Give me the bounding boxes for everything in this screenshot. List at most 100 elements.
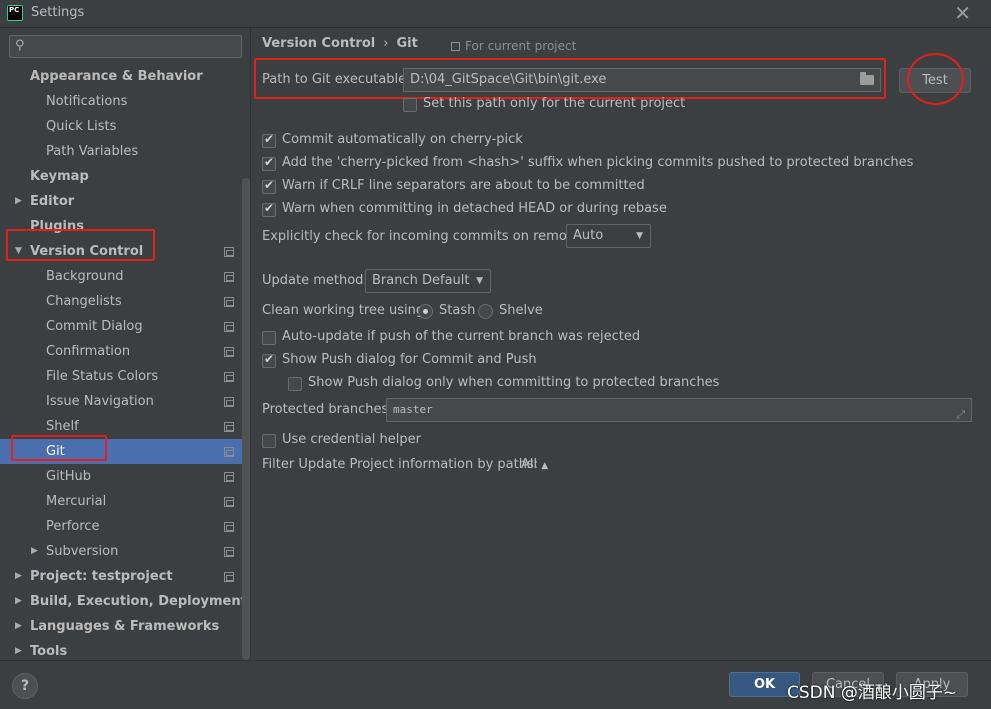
sidebar-item-label: Perforce xyxy=(46,519,100,534)
sidebar-item-quick-lists[interactable]: Quick Lists xyxy=(0,114,250,139)
protected-branches-value: master xyxy=(393,403,433,416)
clean-tree-label: Clean working tree using: xyxy=(262,303,429,318)
project-scope-icon xyxy=(224,347,234,357)
incoming-check-label: Explicitly check for incoming commits on… xyxy=(262,229,592,244)
project-scope-icon xyxy=(224,572,234,582)
sidebar-item-label: Project: testproject xyxy=(30,569,173,584)
current-project-only-checkbox[interactable] xyxy=(403,98,417,112)
sidebar-item-confirmation[interactable]: Confirmation xyxy=(0,339,250,364)
breadcrumb-parent[interactable]: Version Control xyxy=(262,36,375,51)
sidebar-item-background[interactable]: Background xyxy=(0,264,250,289)
sidebar-item-appearance-behavior[interactable]: Appearance & Behavior xyxy=(0,64,250,89)
help-button[interactable]: ? xyxy=(12,673,38,699)
warn-crlf-label: Warn if CRLF line separators are about t… xyxy=(282,178,645,193)
expand-icon[interactable]: ⤢ xyxy=(956,404,965,421)
project-scope-icon xyxy=(224,322,234,332)
warn-detached-checkbox[interactable] xyxy=(262,201,276,217)
sidebar-item-perforce[interactable]: Perforce xyxy=(0,514,250,539)
sidebar-item-label: Keymap xyxy=(30,169,89,184)
sidebar-item-mercurial[interactable]: Mercurial xyxy=(0,489,250,514)
sidebar-item-notifications[interactable]: Notifications xyxy=(0,89,250,114)
sidebar-item-editor[interactable]: ▶ Editor xyxy=(0,189,250,214)
up-down-arrows-icon: ▲ xyxy=(541,461,549,471)
chevron-down-icon: ▼ xyxy=(476,276,483,286)
app-icon-text: PC xyxy=(8,6,22,20)
show-push-dialog-checkbox[interactable] xyxy=(262,352,276,368)
sidebar-item-github[interactable]: GitHub xyxy=(0,464,250,489)
chevron-right-icon[interactable]: ▶ xyxy=(31,539,38,564)
annotation-box-git-path xyxy=(254,58,886,99)
stash-label: Stash xyxy=(439,303,476,318)
update-method-label: Update method: xyxy=(262,273,368,288)
update-method-value: Branch Default xyxy=(372,273,470,288)
chevron-right-icon[interactable]: ▶ xyxy=(15,589,22,614)
warn-crlf-checkbox[interactable] xyxy=(262,178,276,194)
warn-detached-label: Warn when committing in detached HEAD or… xyxy=(282,201,667,216)
chevron-right-icon[interactable]: ▶ xyxy=(15,614,22,639)
breadcrumb-separator: › xyxy=(383,36,389,51)
update-method-dropdown[interactable]: Branch Default ▼ xyxy=(365,269,491,293)
credential-helper-checkbox[interactable] xyxy=(262,434,276,448)
sidebar-item-label: GitHub xyxy=(46,469,92,484)
filter-paths-selector[interactable]: All ▲ xyxy=(521,457,548,472)
filter-paths-value: All xyxy=(521,457,538,472)
scope-note-text: For current project xyxy=(465,39,577,53)
show-push-protected-label: Show Push dialog only when committing to… xyxy=(308,375,720,390)
sidebar-item-label: Mercurial xyxy=(46,494,107,509)
sidebar-item-file-status-colors[interactable]: File Status Colors xyxy=(0,364,250,389)
show-push-protected-checkbox[interactable] xyxy=(288,377,302,391)
search-input[interactable] xyxy=(34,37,234,56)
settings-sidebar: ⚲ Appearance & Behavior Notifications Quic… xyxy=(0,28,251,660)
sidebar-item-label: Background xyxy=(46,269,124,284)
project-scope-icon xyxy=(224,272,234,282)
sidebar-item-label: Subversion xyxy=(46,544,119,559)
sidebar-item-label: Confirmation xyxy=(46,344,131,359)
sidebar-item-label: Quick Lists xyxy=(46,119,117,134)
cherry-pick-suffix-checkbox[interactable] xyxy=(262,155,276,171)
chevron-right-icon[interactable]: ▶ xyxy=(15,189,22,214)
chevron-right-icon[interactable]: ▶ xyxy=(15,564,22,589)
git-settings-panel: Version Control › Git For current project … xyxy=(251,28,991,660)
window-title: Settings xyxy=(31,5,85,20)
project-scope-icon xyxy=(224,297,234,307)
watermark: CSDN @酒酿小圆子~ xyxy=(787,683,958,703)
sidebar-item-changelists[interactable]: Changelists xyxy=(0,289,250,314)
title-bar: PC Settings ✕ xyxy=(0,0,991,28)
cherry-pick-commit-checkbox[interactable] xyxy=(262,132,276,148)
chevron-down-icon: ▼ xyxy=(636,231,643,241)
auto-update-checkbox[interactable] xyxy=(262,331,276,345)
sidebar-item-languages-frameworks[interactable]: ▶ Languages & Frameworks xyxy=(0,614,250,639)
shelve-radio[interactable] xyxy=(478,304,493,319)
project-scope-icon xyxy=(224,472,234,482)
sidebar-item-label: Build, Execution, Deployment xyxy=(30,594,247,609)
sidebar-item-project-testproject[interactable]: ▶ Project: testproject xyxy=(0,564,250,589)
show-push-dialog-label: Show Push dialog for Commit and Push xyxy=(282,352,537,367)
sidebar-item-commit-dialog[interactable]: Commit Dialog xyxy=(0,314,250,339)
project-scope-icon xyxy=(224,522,234,532)
project-scope-icon xyxy=(224,497,234,507)
close-icon[interactable]: ✕ xyxy=(954,2,971,24)
project-scope-icon xyxy=(224,247,234,257)
sidebar-item-label: Changelists xyxy=(46,294,122,309)
auto-update-label: Auto-update if push of the current branc… xyxy=(282,329,641,344)
incoming-check-dropdown[interactable]: Auto ▼ xyxy=(566,224,651,248)
search-icon: ⚲ xyxy=(15,38,25,53)
stash-radio[interactable] xyxy=(418,304,433,319)
annotation-circle-test xyxy=(907,53,964,105)
sidebar-item-build-execution-deployment[interactable]: ▶ Build, Execution, Deployment xyxy=(0,589,250,614)
sidebar-scrollbar[interactable] xyxy=(242,178,250,660)
sidebar-item-label: Issue Navigation xyxy=(46,394,154,409)
protected-branches-field[interactable]: master ⤢ xyxy=(386,398,972,422)
sidebar-item-label: File Status Colors xyxy=(46,369,159,384)
annotation-box-version-control xyxy=(6,229,155,261)
project-scope-icon xyxy=(224,422,234,432)
sidebar-item-issue-navigation[interactable]: Issue Navigation xyxy=(0,389,250,414)
credential-helper-label: Use credential helper xyxy=(282,432,421,447)
settings-search-box[interactable]: ⚲ xyxy=(9,35,242,58)
shelve-label: Shelve xyxy=(499,303,543,318)
sidebar-item-subversion[interactable]: ▶ Subversion xyxy=(0,539,250,564)
project-scope-icon xyxy=(224,397,234,407)
sidebar-item-path-variables[interactable]: Path Variables xyxy=(0,139,250,164)
scope-note: For current project xyxy=(451,39,576,53)
sidebar-item-keymap[interactable]: Keymap xyxy=(0,164,250,189)
